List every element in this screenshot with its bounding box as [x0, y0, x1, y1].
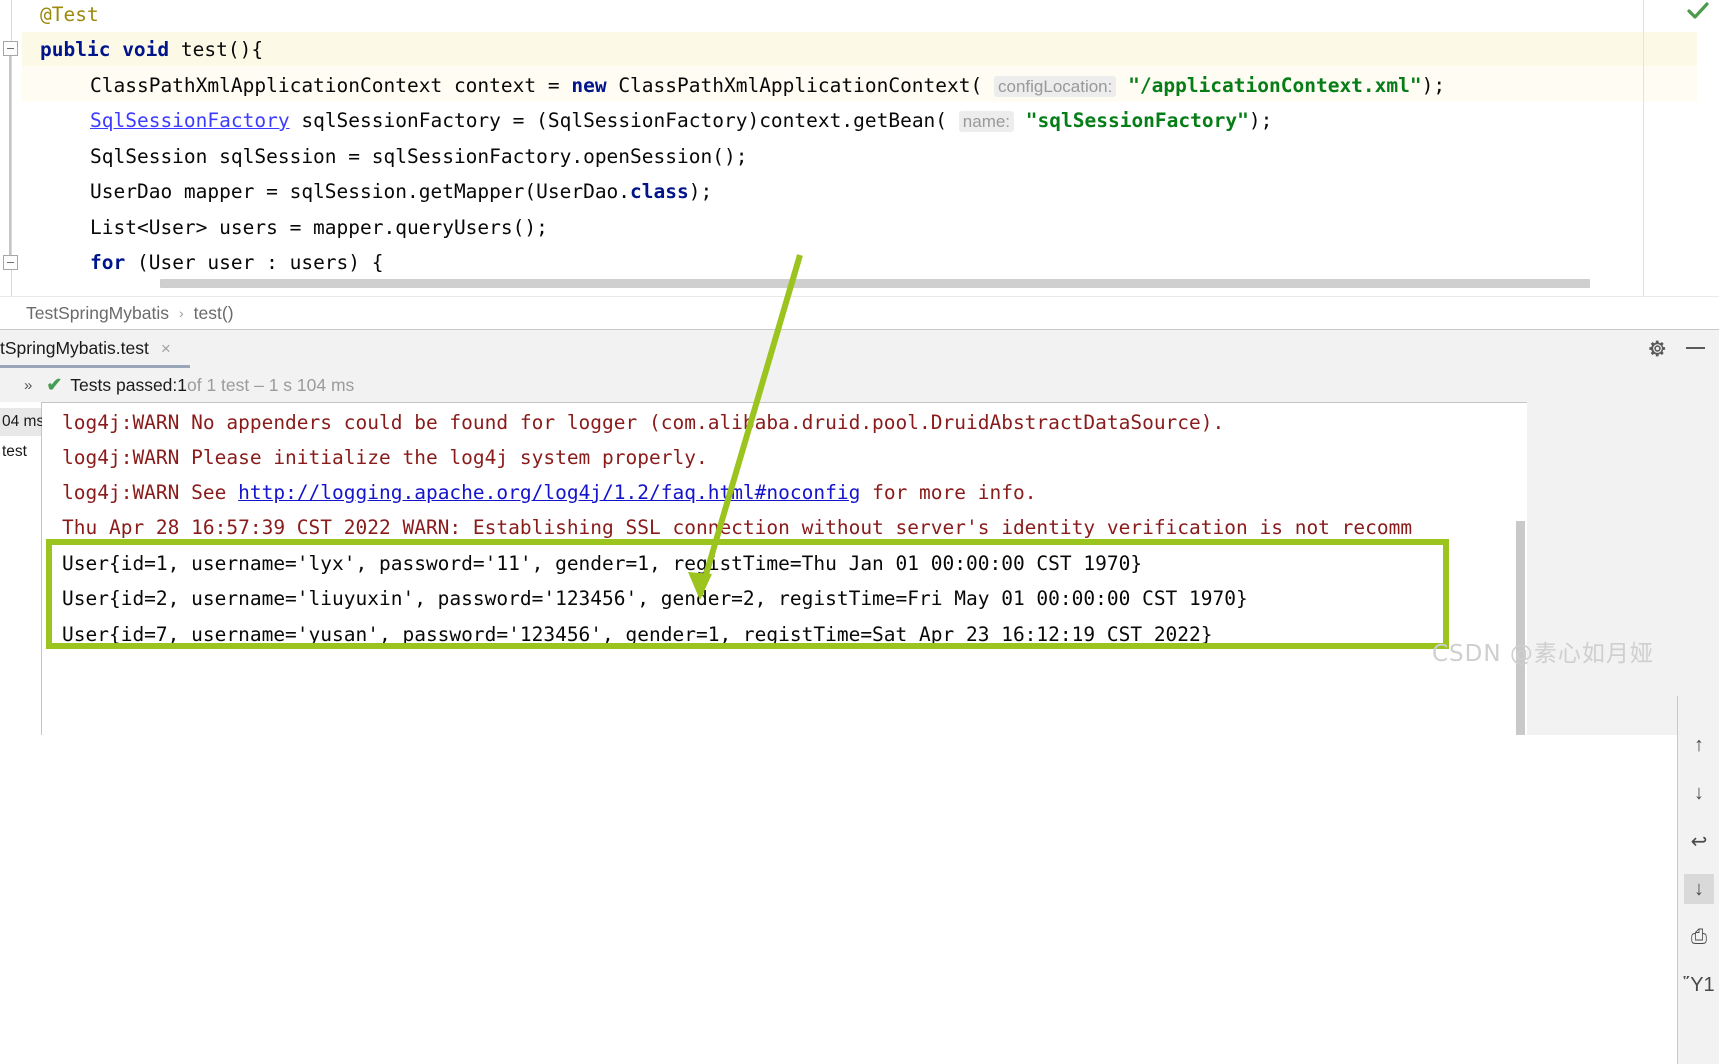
code-token: @Test	[40, 3, 99, 26]
code-line-6: List<User> users = mapper.queryUsers();	[90, 210, 548, 246]
close-icon[interactable]: ×	[161, 339, 171, 359]
code-token: UserDao mapper = sqlSession.getMapper(Us…	[90, 180, 631, 203]
code-token: test(){	[180, 38, 264, 61]
trash-icon[interactable]: Ὕ1	[1683, 970, 1714, 1000]
code-token: SqlSession sqlSession = sqlSessionFactor…	[90, 145, 748, 168]
code-token: ClassPathXmlApplicationContext context =	[90, 74, 572, 97]
code-token: List<User> users = mapper.queryUsers();	[90, 216, 548, 239]
run-tool-window: tSpringMybatis.test × » ✔ Tests passed: …	[0, 329, 1719, 1064]
console-text: log4j:WARN See	[62, 481, 239, 504]
code-line-2: ClassPathXmlApplicationContext context =…	[90, 68, 1445, 104]
gear-icon[interactable]	[1648, 339, 1667, 358]
code-line-7: for (User user : users) {	[90, 245, 384, 281]
code-token: (User user : users) {	[136, 251, 384, 274]
console-vertical-scrollbar[interactable]	[1516, 521, 1525, 735]
run-window-toolbar[interactable]: ↑ ↓ ↩ ↓ ⎙ Ὕ1	[1677, 696, 1719, 1064]
ide-screenshot: @Test public void test(){ClassPathXmlAppl…	[0, 0, 1719, 1064]
code-token: "sqlSessionFactory"	[1025, 109, 1249, 132]
test-tree-node[interactable]: 04 ms	[0, 408, 44, 436]
minimize-icon[interactable]	[1686, 347, 1705, 349]
scroll-to-end-icon[interactable]: ↓	[1684, 874, 1714, 904]
console-text: for more info.	[860, 481, 1037, 504]
soft-wrap-icon[interactable]: ↩	[1684, 826, 1714, 856]
tests-duration: of 1 test – 1 s 104 ms	[187, 374, 355, 395]
run-tab-bar: tSpringMybatis.test ×	[0, 330, 1719, 368]
test-status-line: » ✔ Tests passed: 1 of 1 test – 1 s 104 …	[0, 370, 1719, 400]
editor-horizontal-scrollbar[interactable]	[160, 279, 1590, 288]
code-token: for	[90, 251, 137, 274]
run-tab-active-underline	[0, 365, 190, 368]
watermark: CSDN @素心如月娅	[1432, 641, 1654, 667]
console-line-5: User{id=2, username='liuyuxin', password…	[62, 587, 1248, 610]
code-line-5: UserDao mapper = sqlSession.getMapper(Us…	[90, 174, 712, 210]
console-line-1: log4j:WARN Please initialize the log4j s…	[62, 446, 708, 469]
code-line-4: SqlSession sqlSession = sqlSessionFactor…	[90, 139, 747, 175]
code-token: void	[122, 38, 181, 61]
parameter-hint: configLocation:	[994, 76, 1117, 97]
tests-passed-count: 1	[177, 374, 187, 395]
tests-passed-label: Tests passed:	[70, 374, 178, 395]
right-margin-guide	[1643, 0, 1644, 296]
inspection-ok-icon[interactable]	[1687, 2, 1709, 20]
test-passed-check-icon: ✔	[46, 374, 63, 396]
code-token: new	[571, 74, 619, 97]
console-line-2: log4j:WARN See http://logging.apache.org…	[62, 475, 1036, 510]
expand-chevron-icon[interactable]: »	[24, 377, 32, 394]
code-token: SqlSessionFactory	[90, 109, 290, 132]
code-token: ClassPathXmlApplicationContext(	[618, 74, 994, 97]
fold-region-line	[9, 56, 11, 256]
console-link[interactable]: http://logging.apache.org/log4j/1.2/faq.…	[238, 481, 860, 504]
code-line-1: public void test(){	[40, 32, 263, 68]
breadcrumb-item-method[interactable]: test()	[194, 303, 234, 324]
scroll-up-icon[interactable]: ↑	[1684, 730, 1714, 760]
editor-gutter[interactable]	[0, 0, 22, 296]
test-tree-node[interactable]: test	[0, 438, 41, 466]
scroll-down-icon[interactable]: ↓	[1684, 778, 1714, 808]
code-text[interactable]: @Test public void test(){ClassPathXmlAppl…	[22, 0, 1719, 296]
code-fold-toggle-inner[interactable]	[3, 255, 18, 270]
code-token: );	[1248, 109, 1273, 132]
console-line-4: User{id=1, username='lyx', password='11'…	[62, 552, 1143, 575]
run-tab[interactable]: tSpringMybatis.test ×	[0, 332, 181, 365]
parameter-hint: name:	[958, 111, 1015, 132]
console-line-3: Thu Apr 28 16:57:39 CST 2022 WARN: Estab…	[62, 516, 1413, 539]
run-tab-label: tSpringMybatis.test	[0, 338, 149, 358]
code-token: public	[40, 38, 123, 61]
code-line-3: SqlSessionFactory sqlSessionFactory = (S…	[90, 103, 1272, 139]
console-line-0: log4j:WARN No appenders could be found f…	[62, 411, 1225, 434]
code-editor[interactable]: @Test public void test(){ClassPathXmlAppl…	[0, 0, 1719, 296]
print-icon[interactable]: ⎙	[1684, 922, 1714, 952]
breadcrumb-item-class[interactable]: TestSpringMybatis	[26, 303, 169, 324]
breadcrumb[interactable]: TestSpringMybatis › test()	[0, 296, 1719, 329]
code-token: );	[1421, 74, 1446, 97]
test-tree-panel[interactable]: 04 ms test	[0, 402, 44, 735]
code-fold-toggle[interactable]	[3, 41, 18, 56]
breadcrumb-separator-icon: ›	[178, 305, 184, 321]
code-token: );	[688, 180, 713, 203]
console-output[interactable]: log4j:WARN No appenders could be found f…	[42, 402, 1527, 736]
code-token: "/applicationContext.xml"	[1128, 74, 1422, 97]
code-token: sqlSessionFactory = (SqlSessionFactory)c…	[289, 109, 959, 132]
code-token: class	[630, 180, 689, 203]
code-line-0: @Test	[40, 0, 99, 33]
console-line-6: User{id=7, username='yusan', password='1…	[62, 623, 1213, 646]
